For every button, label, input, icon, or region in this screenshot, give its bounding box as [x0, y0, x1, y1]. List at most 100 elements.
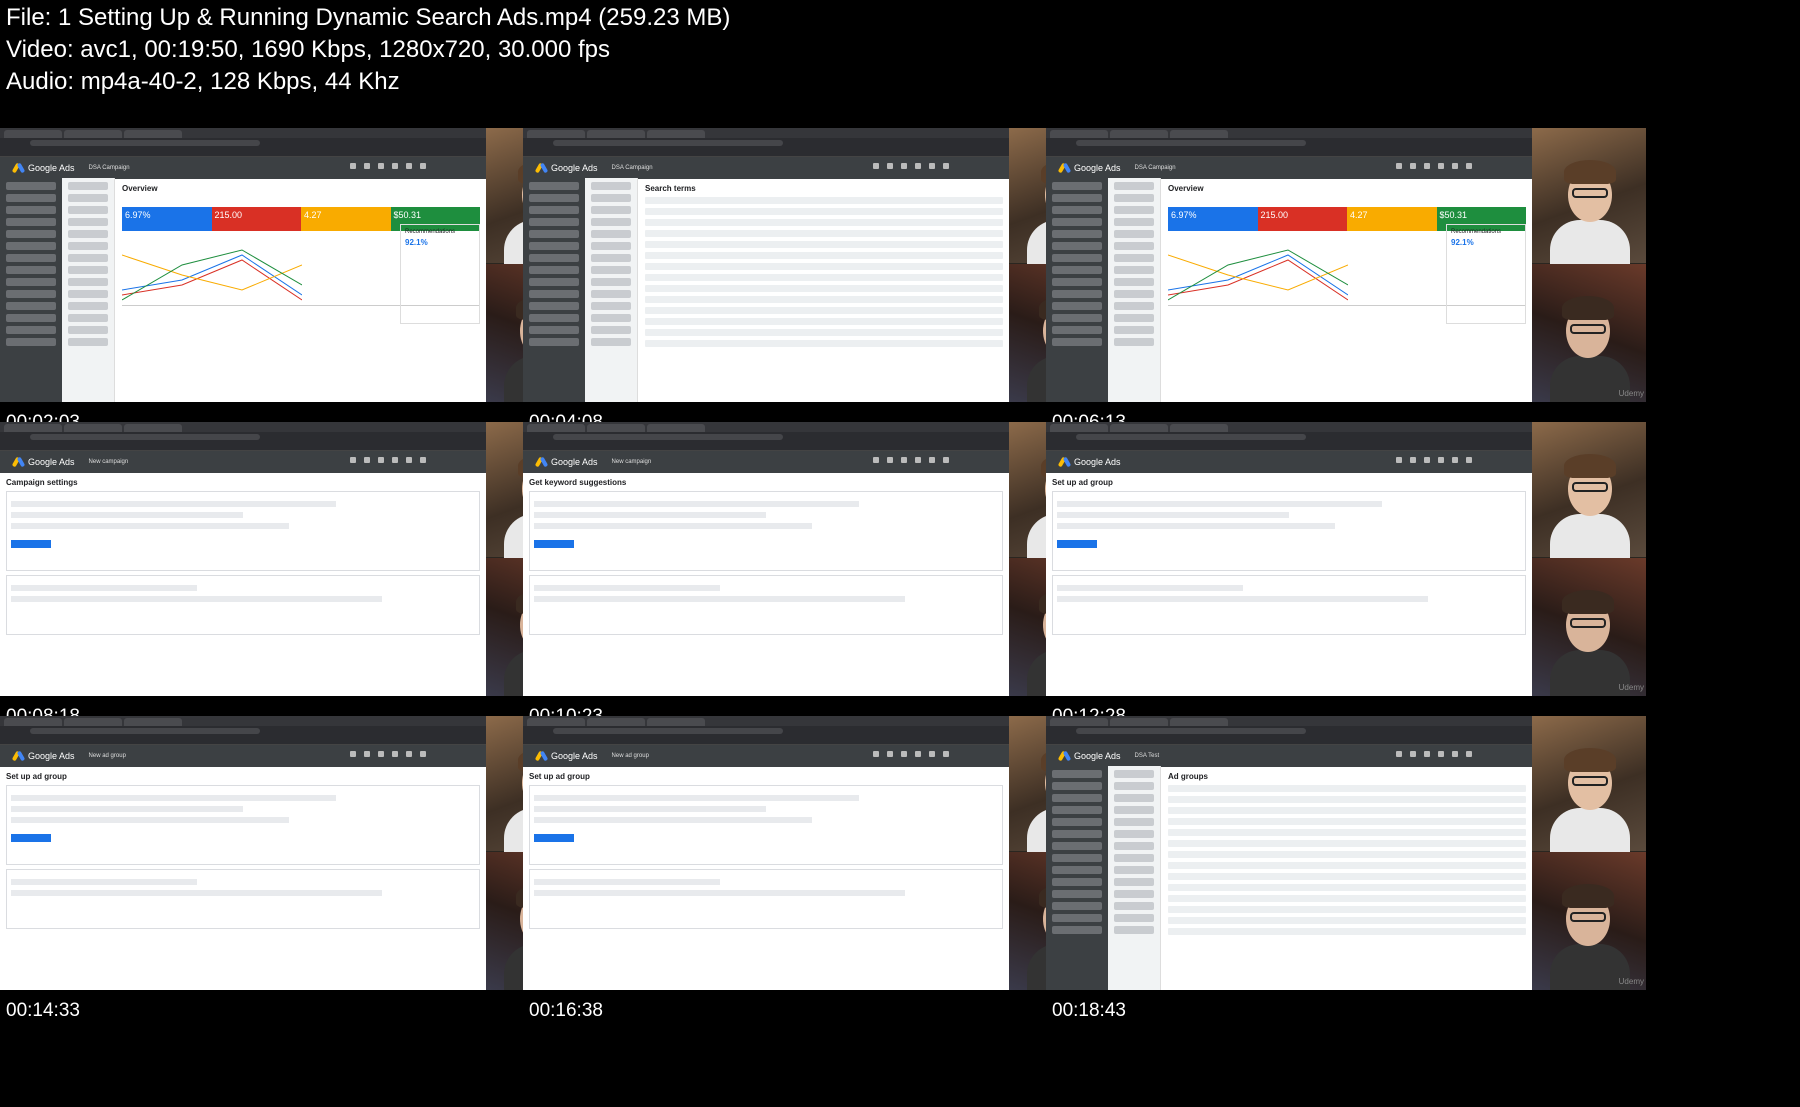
- sidebar-item[interactable]: [6, 218, 56, 226]
- table-row[interactable]: [1168, 807, 1526, 814]
- menu-item[interactable]: [1114, 878, 1154, 886]
- table-row[interactable]: [1168, 785, 1526, 792]
- form-field[interactable]: [11, 596, 383, 602]
- url-input[interactable]: [1076, 434, 1306, 440]
- menu-item[interactable]: [1114, 818, 1154, 826]
- menu-item[interactable]: [1114, 302, 1154, 310]
- campaign-name[interactable]: DSA Campaign: [89, 165, 130, 172]
- tools-icon[interactable]: [1424, 457, 1430, 463]
- tools-icon[interactable]: [901, 751, 907, 757]
- save-button[interactable]: [11, 540, 51, 548]
- help-icon[interactable]: [406, 751, 412, 757]
- table-row[interactable]: [1168, 796, 1526, 803]
- table-row[interactable]: [1168, 862, 1526, 869]
- notifications-icon[interactable]: [943, 457, 949, 463]
- campaign-name[interactable]: New campaign: [612, 459, 652, 466]
- browser-tab[interactable]: [587, 130, 645, 138]
- menu-item[interactable]: [1114, 182, 1154, 190]
- recommendations-card[interactable]: Recommendations 92.1%: [400, 224, 480, 324]
- sidebar-item[interactable]: [1052, 842, 1102, 850]
- table-row[interactable]: [645, 197, 1003, 204]
- menu-item[interactable]: [1114, 218, 1154, 226]
- reports-icon[interactable]: [887, 751, 893, 757]
- menu-item[interactable]: [1114, 314, 1154, 322]
- sidebar-item[interactable]: [1052, 338, 1102, 346]
- reports-icon[interactable]: [364, 457, 370, 463]
- refresh-icon[interactable]: [915, 163, 921, 169]
- notifications-icon[interactable]: [420, 163, 426, 169]
- form-field[interactable]: [11, 890, 383, 896]
- kpi-card[interactable]: 4.27: [301, 207, 391, 231]
- menu-item[interactable]: [1114, 326, 1154, 334]
- refresh-icon[interactable]: [915, 751, 921, 757]
- menu-item[interactable]: [1114, 842, 1154, 850]
- save-button[interactable]: [534, 834, 574, 842]
- menu-item[interactable]: [591, 338, 631, 346]
- menu-item[interactable]: [1114, 254, 1154, 262]
- url-input[interactable]: [553, 728, 783, 734]
- menu-item[interactable]: [1114, 902, 1154, 910]
- sidebar-item[interactable]: [529, 326, 579, 334]
- help-icon[interactable]: [1452, 751, 1458, 757]
- url-input[interactable]: [1076, 728, 1306, 734]
- kpi-card[interactable]: 215.00: [211, 207, 301, 231]
- sidebar-item[interactable]: [1052, 830, 1102, 838]
- thumbnail[interactable]: Google Ads DSA Test Ad groups Udemy 00:1…: [1046, 716, 1646, 1052]
- sidebar-item[interactable]: [6, 302, 56, 310]
- sidebar-item[interactable]: [1052, 266, 1102, 274]
- notifications-icon[interactable]: [1466, 751, 1472, 757]
- browser-tab[interactable]: [1170, 424, 1228, 432]
- notifications-icon[interactable]: [420, 457, 426, 463]
- thumbnail[interactable]: Google Ads Set up ad group Udemy: [1046, 422, 1646, 758]
- sidebar-item[interactable]: [6, 254, 56, 262]
- menu-item[interactable]: [591, 290, 631, 298]
- menu-item[interactable]: [68, 326, 108, 334]
- table-row[interactable]: [645, 318, 1003, 325]
- save-button[interactable]: [1057, 540, 1097, 548]
- sidebar-item[interactable]: [1052, 854, 1102, 862]
- menu-item[interactable]: [1114, 806, 1154, 814]
- menu-item[interactable]: [1114, 194, 1154, 202]
- sidebar-item[interactable]: [1052, 914, 1102, 922]
- url-input[interactable]: [553, 140, 783, 146]
- browser-tab[interactable]: [1170, 130, 1228, 138]
- table-row[interactable]: [1168, 818, 1526, 825]
- help-icon[interactable]: [1452, 163, 1458, 169]
- form-field[interactable]: [11, 817, 290, 823]
- menu-item[interactable]: [1114, 230, 1154, 238]
- sidebar-item[interactable]: [6, 230, 56, 238]
- menu-item[interactable]: [591, 206, 631, 214]
- sidebar-item[interactable]: [1052, 218, 1102, 226]
- menu-item[interactable]: [591, 266, 631, 274]
- sidebar-item[interactable]: [1052, 866, 1102, 874]
- thumbnail[interactable]: Google Ads DSA Campaign Overview 6.97% 21…: [0, 128, 600, 464]
- tools-icon[interactable]: [378, 163, 384, 169]
- sidebar-item[interactable]: [529, 218, 579, 226]
- browser-tab[interactable]: [647, 718, 705, 726]
- search-icon[interactable]: [873, 457, 879, 463]
- help-icon[interactable]: [406, 163, 412, 169]
- browser-tab[interactable]: [587, 424, 645, 432]
- sidebar-item[interactable]: [1052, 206, 1102, 214]
- search-icon[interactable]: [873, 751, 879, 757]
- notifications-icon[interactable]: [1466, 163, 1472, 169]
- browser-tab[interactable]: [64, 718, 122, 726]
- table-row[interactable]: [1168, 928, 1526, 935]
- menu-item[interactable]: [68, 314, 108, 322]
- table-row[interactable]: [645, 285, 1003, 292]
- table-row[interactable]: [1168, 851, 1526, 858]
- menu-item[interactable]: [68, 182, 108, 190]
- sidebar-item[interactable]: [6, 206, 56, 214]
- sidebar-item[interactable]: [1052, 278, 1102, 286]
- sidebar-item[interactable]: [529, 206, 579, 214]
- menu-item[interactable]: [591, 182, 631, 190]
- browser-tab[interactable]: [527, 718, 585, 726]
- url-input[interactable]: [30, 728, 260, 734]
- table-row[interactable]: [645, 241, 1003, 248]
- refresh-icon[interactable]: [915, 457, 921, 463]
- menu-item[interactable]: [1114, 278, 1154, 286]
- browser-tab[interactable]: [1050, 130, 1108, 138]
- sidebar-item[interactable]: [529, 230, 579, 238]
- table-row[interactable]: [645, 263, 1003, 270]
- sidebar-item[interactable]: [6, 242, 56, 250]
